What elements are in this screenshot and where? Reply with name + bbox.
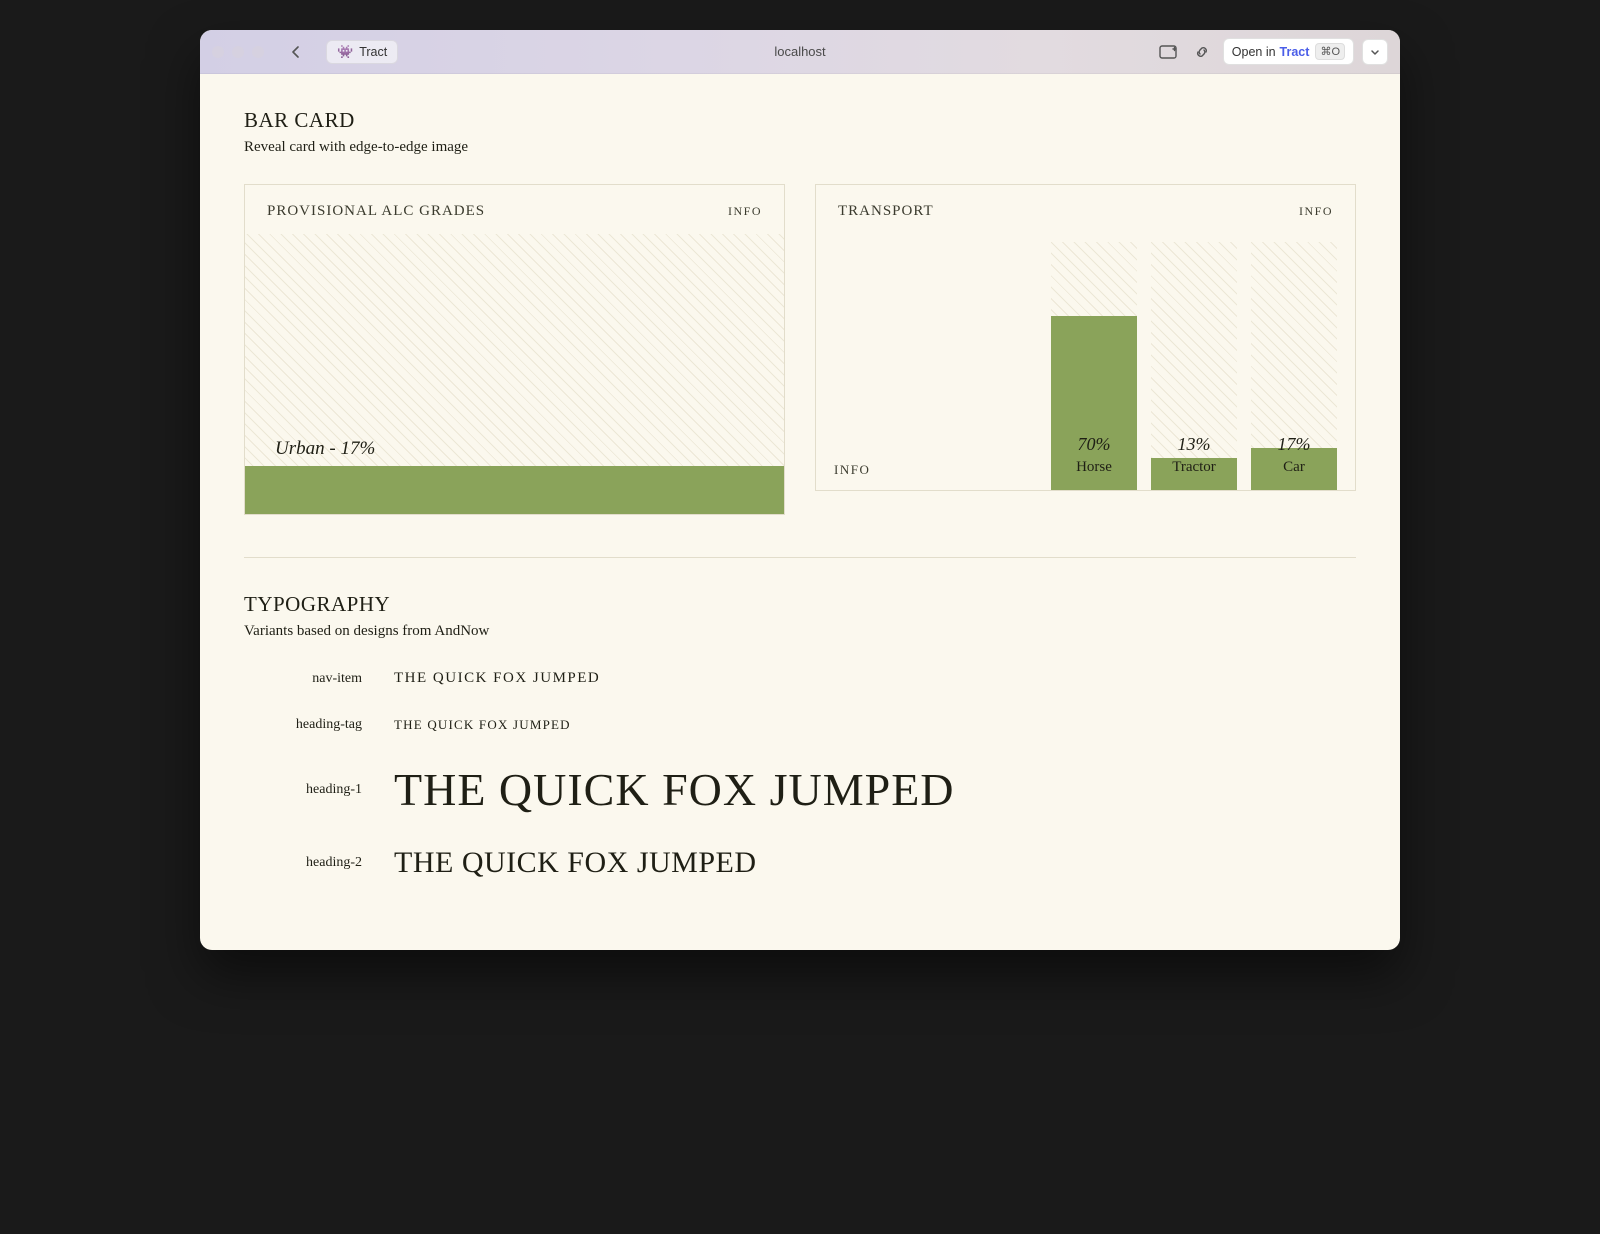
transport-bar-tractor: 13% Tractor xyxy=(1151,242,1237,490)
bar-percent: 13% xyxy=(1151,434,1237,455)
titlebar: 👾 Tract localhost Open in Tract ⌘O xyxy=(200,30,1400,74)
barcard-subtitle: Reveal card with edge-to-edge image xyxy=(244,139,1356,156)
more-button[interactable] xyxy=(1362,39,1388,65)
close-dot[interactable] xyxy=(212,46,224,58)
back-button[interactable] xyxy=(284,40,308,64)
type-row-heading-1: heading-1THE QUICK FOX JUMPED xyxy=(244,763,1356,816)
pip-icon[interactable] xyxy=(1155,39,1181,65)
card-alc-grades: PROVISIONAL ALC GRADES INFO Urban - 17% xyxy=(244,184,785,515)
tab-title: Tract xyxy=(359,45,387,59)
typography-rows: nav-itemTHE QUICK FOX JUMPEDheading-tagT… xyxy=(244,670,1356,880)
bar-percent: 17% xyxy=(1251,434,1337,455)
card-transport-info-bottom[interactable]: INFO xyxy=(834,462,870,490)
bar-name: Tractor xyxy=(1151,459,1237,476)
alc-bar-label: Urban - 17% xyxy=(275,438,375,460)
typography-subtitle: Variants based on designs from AndNow xyxy=(244,623,1356,640)
card-transport-info-link[interactable]: INFO xyxy=(1299,204,1333,219)
type-label: heading-1 xyxy=(244,782,394,798)
minimize-dot[interactable] xyxy=(232,46,244,58)
type-row-nav-item: nav-itemTHE QUICK FOX JUMPED xyxy=(244,670,1356,687)
typography-title: TYPOGRAPHY xyxy=(244,592,1356,617)
section-divider xyxy=(244,557,1356,558)
link-icon[interactable] xyxy=(1189,39,1215,65)
cards-row: PROVISIONAL ALC GRADES INFO Urban - 17% … xyxy=(244,184,1356,515)
type-label: heading-2 xyxy=(244,855,394,871)
barcard-title: BAR CARD xyxy=(244,108,1356,133)
type-row-heading-2: heading-2THE QUICK FOX JUMPED xyxy=(244,846,1356,880)
tab-chip[interactable]: 👾 Tract xyxy=(326,40,398,64)
zoom-dot[interactable] xyxy=(252,46,264,58)
bar-name: Car xyxy=(1251,459,1337,476)
window-controls[interactable] xyxy=(212,46,264,58)
type-sample: THE QUICK FOX JUMPED xyxy=(394,717,571,733)
tab-favicon: 👾 xyxy=(337,44,353,60)
open-app-name: Tract xyxy=(1280,45,1310,59)
type-sample: THE QUICK FOX JUMPED xyxy=(394,846,757,880)
transport-bar-horse: 70% Horse xyxy=(1051,242,1137,490)
alc-chart: Urban - 17% xyxy=(245,234,784,514)
type-label: nav-item xyxy=(244,671,394,687)
type-label: heading-tag xyxy=(244,717,394,733)
bar-percent: 70% xyxy=(1051,434,1137,455)
alc-bar-urban xyxy=(245,466,784,514)
type-sample: THE QUICK FOX JUMPED xyxy=(394,670,600,687)
open-in-app-button[interactable]: Open in Tract ⌘O xyxy=(1223,38,1354,65)
card-alc-title: PROVISIONAL ALC GRADES xyxy=(267,203,485,220)
card-alc-info-link[interactable]: INFO xyxy=(728,204,762,219)
card-transport: TRANSPORT INFO INFO 70% Horse 13% Tractor 17… xyxy=(815,184,1356,491)
card-transport-title: TRANSPORT xyxy=(838,203,934,220)
page-content: BAR CARD Reveal card with edge-to-edge i… xyxy=(200,74,1400,950)
open-prefix: Open in xyxy=(1232,45,1276,59)
transport-bar-car: 17% Car xyxy=(1251,242,1337,490)
transport-bars: 70% Horse 13% Tractor 17% Car xyxy=(1051,242,1337,490)
url-display[interactable]: localhost xyxy=(774,44,825,59)
bar-name: Horse xyxy=(1051,459,1137,476)
browser-window: 👾 Tract localhost Open in Tract ⌘O BAR C… xyxy=(200,30,1400,950)
open-shortcut: ⌘O xyxy=(1315,43,1345,60)
type-sample: THE QUICK FOX JUMPED xyxy=(394,763,955,816)
type-row-heading-tag: heading-tagTHE QUICK FOX JUMPED xyxy=(244,717,1356,733)
